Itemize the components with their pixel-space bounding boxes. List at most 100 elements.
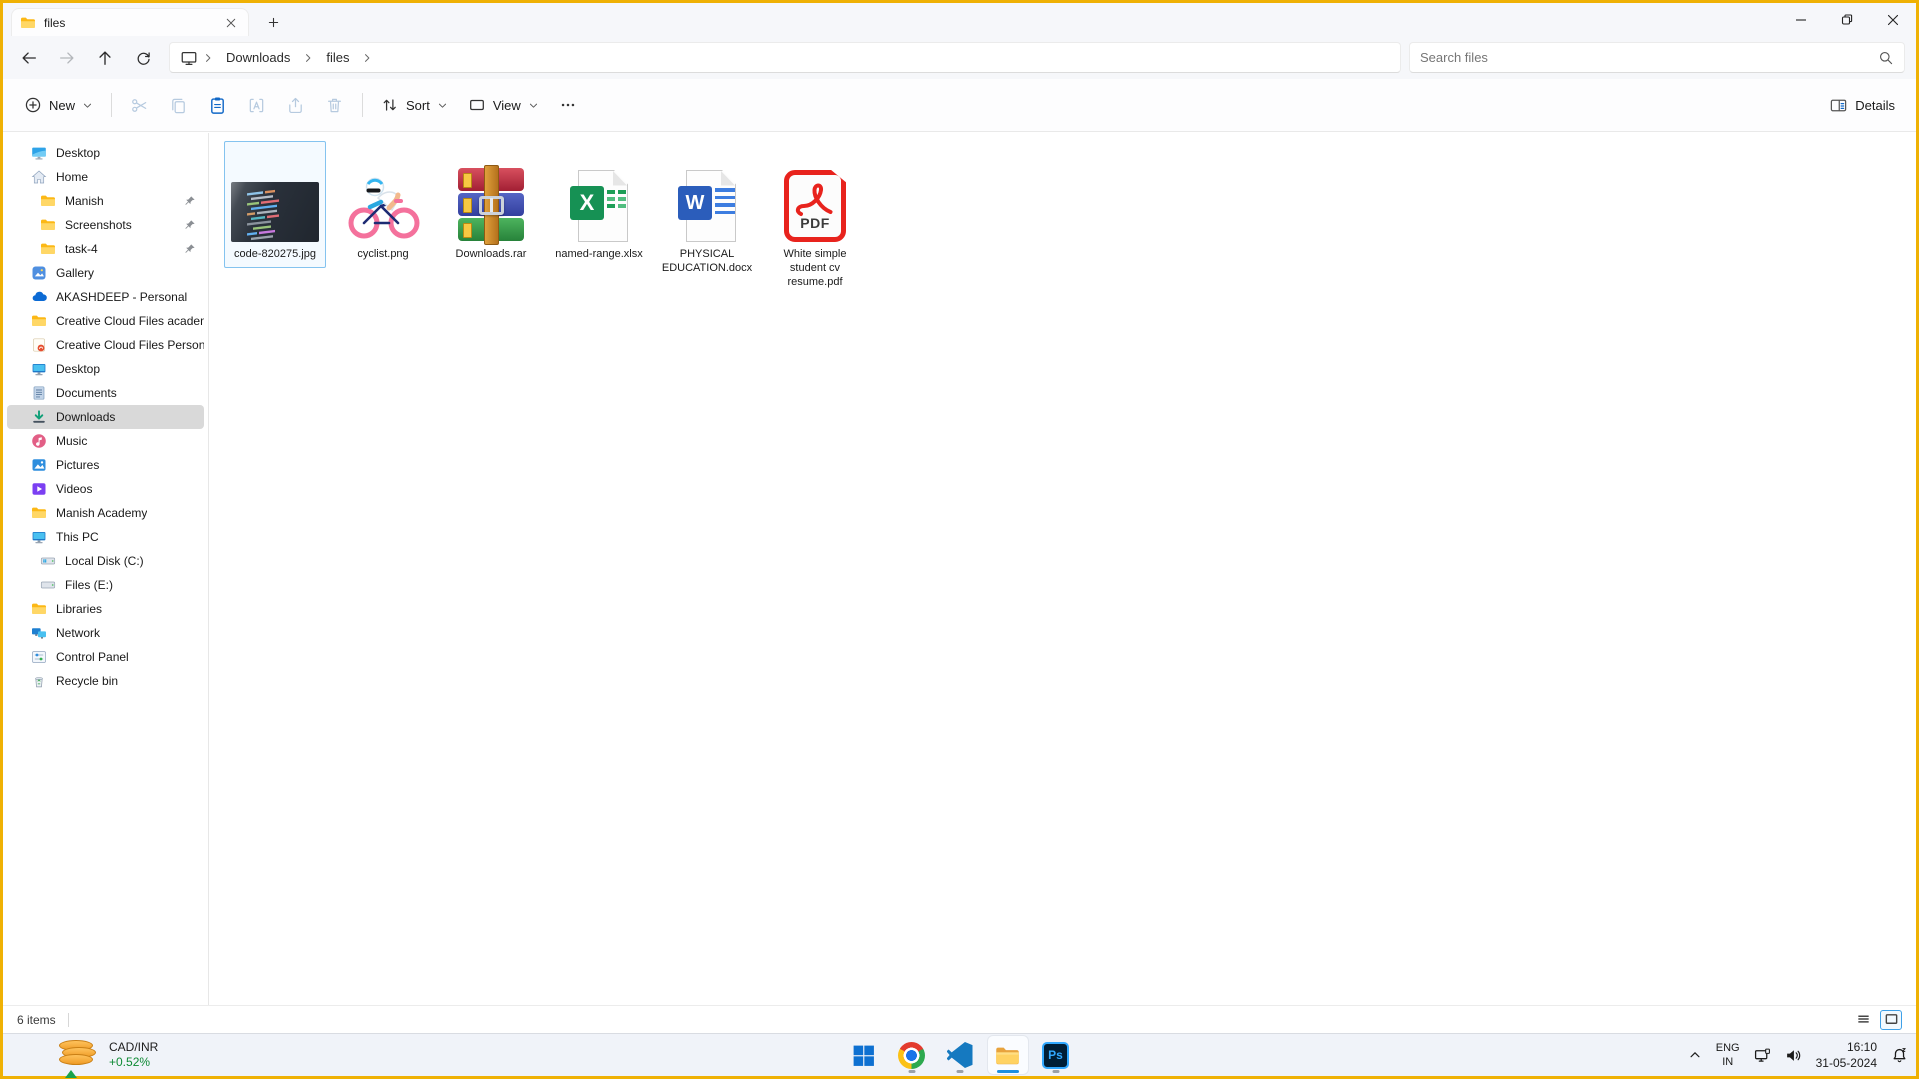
creative-cloud-icon [31,337,47,353]
sidebar-item-gallery[interactable]: Gallery [7,261,204,285]
scissors-icon [130,96,149,115]
large-icons-view-toggle[interactable] [1880,1010,1902,1030]
start-button[interactable] [844,1036,884,1074]
rename-button[interactable] [238,90,275,121]
sidebar-item-pictures[interactable]: Pictures [7,453,204,477]
window-controls [1778,3,1916,36]
sidebar-item-files-e[interactable]: Files (E:) [7,573,204,597]
sidebar-item-onedrive-personal[interactable]: AKASHDEEP - Personal [7,285,204,309]
search-box[interactable] [1409,42,1905,73]
file-explorer-taskbar-button[interactable] [988,1036,1028,1074]
pin-icon [184,195,196,207]
volume-icon[interactable] [1785,1047,1802,1064]
sidebar-item-local-disk-c[interactable]: Local Disk (C:) [7,549,204,573]
view-button[interactable]: View [459,90,548,120]
network-icon[interactable] [1754,1047,1771,1064]
toolbar-divider [111,93,112,117]
file-item-downloads-rar[interactable]: Downloads.rar [440,141,542,268]
music-icon [31,433,47,449]
sidebar-item-downloads[interactable]: Downloads [7,405,204,429]
sidebar-item-this-pc[interactable]: This PC [7,525,204,549]
minimize-button[interactable] [1778,3,1824,36]
file-name: PHYSICAL EDUCATION.docx [661,247,753,275]
sidebar-item-screenshots[interactable]: Screenshots [7,213,204,237]
view-icon [468,96,486,114]
weather-widget[interactable]: CAD/INR +0.52% [49,1036,166,1074]
details-view-toggle[interactable] [1852,1010,1874,1030]
sidebar-item-creative-cloud-academ[interactable]: Creative Cloud Files academ [7,309,204,333]
search-input[interactable] [1420,50,1878,65]
file-item-physical-education-docx[interactable]: W PHYSICAL EDUCATION.docx [656,141,758,282]
rename-icon [247,96,266,115]
share-button[interactable] [277,90,314,121]
close-button[interactable] [1870,3,1916,36]
up-button[interactable] [91,44,119,72]
refresh-button[interactable] [129,44,157,72]
cut-button[interactable] [121,90,158,121]
new-button[interactable]: New [15,90,102,120]
desktop-icon [31,145,47,161]
file-item-resume-pdf[interactable]: PDF White simple student cv resume.pdf [764,141,866,296]
onedrive-icon [31,289,47,305]
details-pane-button[interactable]: Details [1820,90,1904,121]
sort-label: Sort [406,98,430,113]
breadcrumb-downloads[interactable]: Downloads [218,47,298,68]
pdf-icon: PDF [784,170,846,242]
delete-button[interactable] [316,90,353,121]
ellipsis-icon [559,96,577,114]
sidebar-item-creative-cloud-personal[interactable]: Creative Cloud Files Personal [7,333,204,357]
tab-close-button[interactable] [222,14,240,32]
sort-button[interactable]: Sort [372,90,457,120]
maximize-button[interactable] [1824,3,1870,36]
sidebar-item-desktop-pinned[interactable]: Desktop [7,141,204,165]
pictures-icon [31,457,47,473]
videos-icon [31,481,47,497]
language-indicator[interactable]: ENG IN [1716,1041,1740,1070]
address-bar[interactable]: Downloads files [169,42,1401,73]
sidebar-item-home[interactable]: Home [7,165,204,189]
file-item-named-range-xlsx[interactable]: X named-range.xlsx [548,141,650,268]
back-button[interactable] [15,44,43,72]
vscode-taskbar-button[interactable] [940,1036,980,1074]
file-item-code-jpg[interactable]: code-820275.jpg [224,141,326,268]
breadcrumb-files[interactable]: files [318,47,357,68]
control-panel-icon [31,649,47,665]
documents-icon [31,385,47,401]
file-list-area[interactable]: code-820275.jpg cyclist.png Downloads.ra… [210,133,1916,1005]
sidebar-item-task-4[interactable]: task-4 [7,237,204,261]
gallery-icon [31,265,47,281]
sidebar-item-videos[interactable]: Videos [7,477,204,501]
sidebar-item-desktop[interactable]: Desktop [7,357,204,381]
sidebar-item-recycle-bin[interactable]: Recycle bin [7,669,204,693]
paste-button[interactable] [199,90,236,121]
new-tab-button[interactable] [261,11,285,33]
sidebar-item-network[interactable]: Network [7,621,204,645]
currency-pair: CAD/INR [109,1040,158,1055]
photoshop-icon: Ps [1042,1042,1069,1069]
sidebar-item-documents[interactable]: Documents [7,381,204,405]
copy-button[interactable] [160,90,197,121]
sidebar-item-manish-academy[interactable]: Manish Academy [7,501,204,525]
sidebar-item-libraries[interactable]: Libraries [7,597,204,621]
toolbar-divider [362,93,363,117]
explorer-tab[interactable]: files [11,8,249,36]
monitor-icon [31,361,47,377]
notification-bell-icon[interactable] [1891,1047,1908,1064]
clock[interactable]: 16:10 31-05-2024 [1816,1039,1877,1071]
more-options-button[interactable] [550,90,586,120]
folder-icon [31,505,47,521]
breadcrumb-separator-icon [202,52,214,64]
this-pc-icon[interactable] [180,49,198,67]
network-icon [31,625,47,641]
chrome-taskbar-button[interactable] [892,1036,932,1074]
photoshop-taskbar-button[interactable]: Ps [1036,1036,1076,1074]
excel-letter: X [580,190,595,216]
sidebar-item-music[interactable]: Music [7,429,204,453]
sidebar-item-control-panel[interactable]: Control Panel [7,645,204,669]
forward-button[interactable] [53,44,81,72]
home-icon [31,169,47,185]
file-item-cyclist-png[interactable]: cyclist.png [332,141,434,268]
sidebar-item-manish[interactable]: Manish [7,189,204,213]
hidden-icons-chevron[interactable] [1688,1048,1702,1062]
search-icon[interactable] [1878,50,1894,66]
